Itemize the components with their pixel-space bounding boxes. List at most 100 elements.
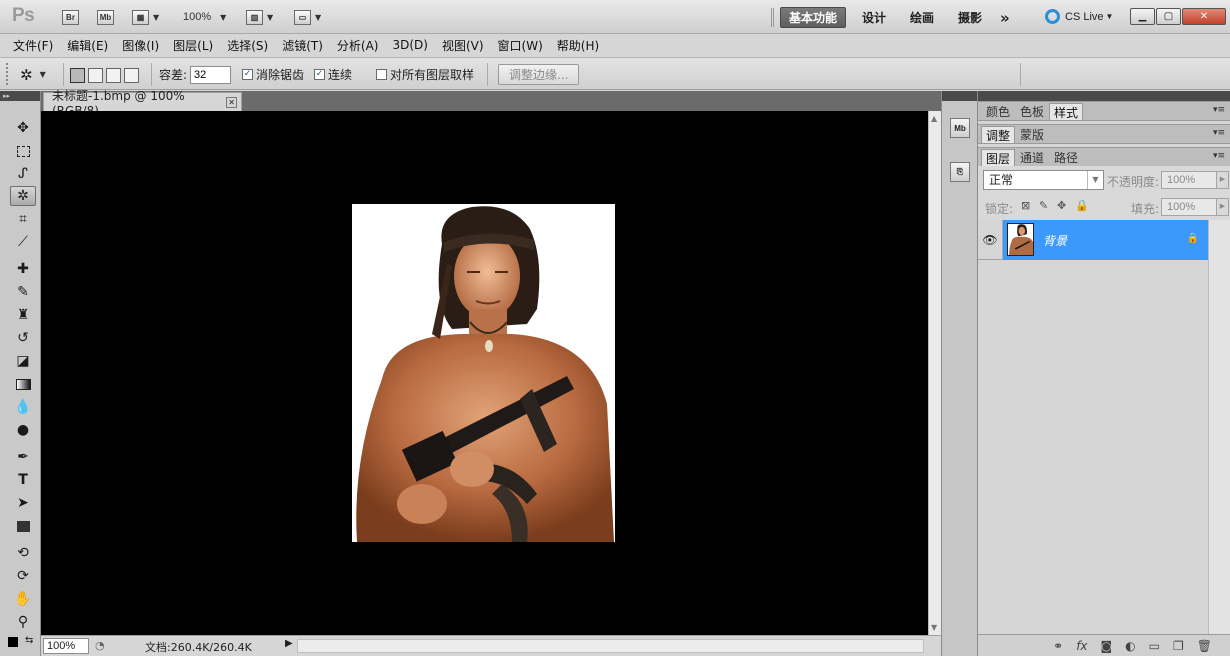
refine-edge-button[interactable]: 调整边缘... [498, 64, 580, 85]
menu-analysis[interactable]: 分析(A) [337, 37, 379, 54]
hand-tool-icon[interactable]: ✋ [10, 589, 36, 609]
menu-help[interactable]: 帮助(H) [557, 37, 599, 54]
options-bar-grip[interactable] [6, 63, 12, 85]
contiguous-checkbox[interactable]: ✓ 连续 [314, 65, 352, 84]
tab-color[interactable]: 颜色 [981, 103, 1015, 120]
move-tool-icon[interactable]: ✥ [10, 118, 36, 138]
dock-collapse-button[interactable] [942, 91, 977, 101]
new-group-icon[interactable]: ▭ [1149, 639, 1160, 653]
menu-file[interactable]: 文件(F) [13, 37, 53, 54]
new-layer-icon[interactable]: ❐ [1173, 639, 1184, 653]
lock-transparency-icon[interactable]: ⊠ [1021, 199, 1030, 212]
workspace-photography[interactable]: 摄影 [950, 7, 990, 28]
blend-mode-select[interactable]: 正常 ▼ [983, 170, 1104, 190]
tab-paths[interactable]: 路径 [1049, 149, 1083, 166]
launch-bridge-button[interactable]: Br [62, 8, 79, 26]
type-tool-icon[interactable]: T [10, 470, 36, 490]
panel-menu-icon[interactable]: ▾≡ [1213, 105, 1225, 115]
tolerance-input[interactable] [190, 65, 232, 84]
blur-tool-icon[interactable]: 💧 [10, 397, 36, 417]
new-adjustment-layer-icon[interactable]: ◐ [1125, 639, 1135, 653]
menu-view[interactable]: 视图(V) [442, 37, 484, 54]
view-extras-button[interactable]: ▦ ▼ [132, 8, 159, 26]
3d-orbit-tool-icon[interactable]: ⟳ [10, 566, 36, 586]
rectangle-shape-tool-icon[interactable] [10, 516, 36, 536]
status-info-icon[interactable]: ◔ [95, 639, 105, 652]
menu-window[interactable]: 窗口(W) [498, 37, 543, 54]
3d-rotate-tool-icon[interactable]: ⟲ [10, 543, 36, 563]
visibility-eye-icon[interactable]: 👁 [978, 220, 1003, 260]
dodge-tool-icon[interactable]: ● [10, 420, 36, 440]
zoom-level-dropdown[interactable]: 100% ▼ [183, 8, 226, 26]
sample-all-layers-checkbox[interactable]: 对所有图层取样 [376, 65, 474, 84]
scroll-down-icon[interactable]: ▼ [931, 623, 937, 632]
tool-preset-picker[interactable]: ✲ ▼ [20, 65, 46, 84]
status-menu-arrow-icon[interactable]: ▶ [285, 638, 293, 649]
panels-collapse-button[interactable] [978, 91, 1230, 101]
lock-position-icon[interactable]: ✥ [1057, 199, 1066, 212]
close-document-icon[interactable]: ✕ [226, 96, 237, 108]
minibridge-panel-icon[interactable]: Mb [950, 118, 970, 138]
brush-tool-icon[interactable]: ✎ [10, 282, 36, 302]
eyedropper-tool-icon[interactable]: ⟋ [10, 232, 36, 252]
status-zoom-input[interactable]: 100% [43, 638, 89, 654]
rectangular-marquee-tool-icon[interactable] [10, 141, 36, 161]
menu-image[interactable]: 图像(I) [122, 37, 159, 54]
menu-edit[interactable]: 编辑(E) [67, 37, 108, 54]
menu-layer[interactable]: 图层(L) [173, 37, 213, 54]
toolbox-collapse-button[interactable]: ▸▸ [0, 91, 40, 101]
document-image[interactable] [352, 204, 615, 542]
tab-adjustments[interactable]: 调整 [981, 126, 1016, 143]
lasso-tool-icon[interactable]: ᔑ [10, 164, 36, 184]
layer-selected[interactable]: 背景 🔒 [1003, 220, 1208, 260]
subtract-from-selection-icon[interactable] [106, 68, 121, 83]
chevron-right-icon[interactable]: ▶ [1216, 198, 1229, 216]
gradient-tool-icon[interactable] [10, 374, 36, 394]
foreground-color-swatch[interactable] [8, 637, 18, 647]
spot-healing-brush-tool-icon[interactable]: ✚ [10, 259, 36, 279]
menu-filter[interactable]: 滤镜(T) [282, 37, 323, 54]
path-selection-tool-icon[interactable]: ➤ [10, 493, 36, 513]
tab-channels[interactable]: 通道 [1015, 149, 1049, 166]
fill-input[interactable]: 100% ▶ [1161, 198, 1229, 216]
opacity-input[interactable]: 100% ▶ [1161, 171, 1229, 189]
maximize-button[interactable]: ▢ [1156, 8, 1181, 25]
menu-select[interactable]: 选择(S) [227, 37, 268, 54]
cs-live-button[interactable]: CS Live ▼ [1045, 9, 1113, 24]
swap-colors-icon[interactable]: ⇆ [25, 635, 33, 646]
link-layers-icon[interactable]: ⚭ [1053, 639, 1063, 653]
history-panel-icon[interactable]: ⎘ [950, 162, 970, 182]
layers-scrollbar[interactable] [1208, 220, 1230, 634]
panel-menu-icon[interactable]: ▾≡ [1213, 151, 1225, 161]
minimize-button[interactable]: ▁ [1130, 8, 1155, 25]
lock-all-icon[interactable]: 🔒 [1075, 199, 1089, 212]
document-tab[interactable]: 未标题-1.bmp @ 100%(RGB/8) ✕ [43, 89, 242, 118]
intersect-selection-icon[interactable] [124, 68, 139, 83]
pen-tool-icon[interactable]: ✒ [10, 447, 36, 467]
menu-3d[interactable]: 3D(D) [392, 38, 427, 52]
delete-layer-icon[interactable]: 🗑 [1197, 639, 1212, 653]
workspace-design[interactable]: 设计 [854, 7, 894, 28]
history-brush-tool-icon[interactable]: ↺ [10, 328, 36, 348]
launch-minibridge-button[interactable]: Mb [97, 8, 114, 26]
scroll-up-icon[interactable]: ▲ [931, 114, 937, 123]
horizontal-scrollbar[interactable] [297, 639, 924, 653]
chevron-right-icon[interactable]: ▶ [1216, 171, 1229, 189]
tab-styles[interactable]: 样式 [1049, 103, 1084, 120]
tab-masks[interactable]: 蒙版 [1015, 126, 1049, 143]
add-to-selection-icon[interactable] [88, 68, 103, 83]
zoom-tool-icon[interactable]: ⚲ [10, 612, 36, 632]
close-window-button[interactable]: ✕ [1182, 8, 1226, 25]
antialias-checkbox[interactable]: ✓ 消除锯齿 [242, 65, 304, 84]
lock-pixels-icon[interactable]: ✎ [1039, 199, 1048, 212]
magic-wand-tool-icon[interactable]: ✲ [10, 186, 36, 206]
new-selection-icon[interactable] [70, 68, 85, 83]
vertical-scrollbar[interactable]: ▲ ▼ [928, 111, 941, 635]
workspace-painting[interactable]: 绘画 [902, 7, 942, 28]
crop-tool-icon[interactable]: ⌗ [10, 209, 36, 229]
screen-mode-button[interactable]: ▭ ▼ [294, 8, 321, 26]
workspace-essentials[interactable]: 基本功能 [780, 7, 847, 28]
tab-layers[interactable]: 图层 [981, 149, 1016, 166]
arrange-documents-button[interactable]: ▥ ▼ [246, 8, 273, 26]
eraser-tool-icon[interactable]: ◪ [10, 351, 36, 371]
